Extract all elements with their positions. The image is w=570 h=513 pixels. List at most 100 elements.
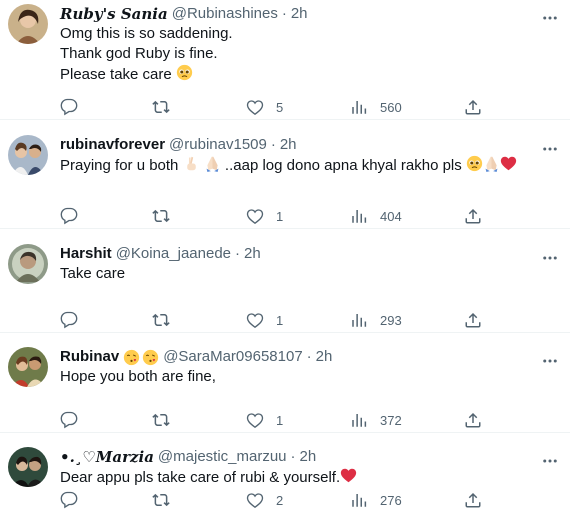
reply-button[interactable]: [60, 98, 78, 116]
reply-button[interactable]: [60, 491, 78, 509]
share-button[interactable]: [464, 207, 482, 225]
tweet-header: •.¸♡𝑴𝒂𝒓𝒛𝒊𝒂 @majestic_marzuu · 2h: [60, 447, 554, 467]
reply-button[interactable]: [60, 311, 78, 329]
user-handle[interactable]: @SaraMar09658107: [163, 347, 302, 367]
views-count: 293: [380, 312, 402, 328]
like-button[interactable]: 1: [246, 311, 283, 329]
timestamp[interactable]: 2h: [280, 135, 297, 155]
share-icon: [465, 412, 481, 428]
display-name[interactable]: Rubinav: [60, 347, 119, 367]
reply-button[interactable]: [60, 207, 78, 225]
like-button[interactable]: 1: [246, 411, 283, 429]
tweet-text-line: Hope you both are fine,: [60, 368, 216, 385]
retweet-button[interactable]: [152, 98, 170, 116]
tweet-text-line: Take care: [60, 265, 126, 282]
retweet-icon: [152, 493, 170, 507]
more-options-icon[interactable]: [540, 139, 560, 159]
reply-icon: [60, 491, 78, 509]
tweet-text-line: Thank god Ruby is fine.: [60, 45, 218, 62]
display-name[interactable]: 𝑹𝒖𝒃𝒚'𝒔 𝑺𝒂𝒏𝒊𝒂: [60, 4, 168, 24]
tweet-text-segment: Praying for u both: [60, 157, 179, 174]
user-handle[interactable]: @majestic_marzuu: [158, 447, 287, 467]
views-button[interactable]: 560: [350, 98, 402, 116]
tweet-text-line: Praying for u both ..aap log dono apna k…: [60, 155, 554, 176]
tweet-text-segment: ..aap log dono apna khyal rakho pls: [224, 157, 462, 174]
reply-tweet[interactable]: rubinavforever @rubinav1509 · 2h Praying…: [0, 120, 570, 229]
retweet-button[interactable]: [152, 207, 170, 225]
reply-tweet[interactable]: 𝑹𝒖𝒃𝒚'𝒔 𝑺𝒂𝒏𝒊𝒂 @Rubinashines · 2h Omg this…: [0, 0, 570, 120]
display-name[interactable]: •.¸♡𝑴𝒂𝒓𝒛𝒊𝒂: [60, 447, 154, 467]
crossed-fingers-emoji-icon: [183, 155, 200, 172]
folded-hands-emoji-icon: [483, 155, 500, 172]
reply-tweet[interactable]: Harshit @Koina_jaanede · 2h Take care 1 …: [0, 229, 570, 333]
tweet-text-line: Dear appu pls take care of rubi & yourse…: [60, 467, 554, 488]
avatar[interactable]: [8, 4, 48, 44]
heart-icon: [246, 100, 264, 116]
tweet-text: Hope you both are fine,: [60, 367, 554, 387]
more-options-icon[interactable]: [540, 248, 560, 268]
share-button[interactable]: [464, 98, 482, 116]
avatar[interactable]: [8, 447, 48, 487]
tweet-actions: 5 560: [60, 97, 554, 117]
views-button[interactable]: 276: [350, 491, 402, 509]
views-count: 560: [380, 99, 402, 115]
avatar[interactable]: [8, 135, 48, 175]
reply-tweet[interactable]: Rubinav @SaraMar09658107 · 2h Hope you b…: [0, 333, 570, 433]
share-icon: [465, 492, 481, 508]
views-button[interactable]: 372: [350, 411, 402, 429]
pleading-face-emoji-icon: [466, 155, 483, 172]
more-options-icon[interactable]: [540, 8, 560, 28]
views-chart-icon: [352, 210, 367, 223]
user-handle[interactable]: @rubinav1509: [169, 135, 267, 155]
timestamp[interactable]: 2h: [300, 447, 317, 467]
reply-button[interactable]: [60, 411, 78, 429]
folded-hands-emoji-icon: [204, 155, 221, 172]
display-name[interactable]: rubinavforever: [60, 135, 165, 155]
like-count: 1: [276, 412, 284, 428]
like-count: 2: [276, 492, 284, 508]
reply-icon: [60, 311, 78, 329]
user-handle[interactable]: @Koina_jaanede: [116, 244, 231, 264]
share-button[interactable]: [464, 411, 482, 429]
timestamp[interactable]: 2h: [316, 347, 333, 367]
views-chart-icon: [352, 101, 367, 114]
share-button[interactable]: [464, 311, 482, 329]
face-blowing-kiss-emoji-icon: [142, 349, 159, 366]
views-chart-icon: [352, 494, 367, 507]
views-count: 276: [380, 492, 402, 508]
avatar[interactable]: [8, 347, 48, 387]
retweet-button[interactable]: [152, 411, 170, 429]
views-chart-icon: [352, 314, 367, 327]
reply-icon: [60, 207, 78, 225]
more-options-icon[interactable]: [540, 351, 560, 371]
tweet-header: rubinavforever @rubinav1509 · 2h: [60, 135, 554, 155]
tweet-actions: 1 372: [60, 410, 554, 430]
retweet-icon: [152, 313, 170, 327]
share-icon: [465, 312, 481, 328]
heart-icon: [246, 313, 264, 329]
like-button[interactable]: 1: [246, 207, 283, 225]
tweet-text-segment: Please take care: [60, 66, 172, 83]
more-options-icon[interactable]: [540, 451, 560, 471]
user-handle[interactable]: @Rubinashines: [172, 4, 278, 24]
like-button[interactable]: 5: [246, 98, 283, 116]
timestamp[interactable]: 2h: [291, 4, 308, 24]
tweet-text: Dear appu pls take care of rubi & yourse…: [60, 467, 554, 488]
views-button[interactable]: 293: [350, 311, 402, 329]
tweet-text: Omg this is so saddening. Thank god Ruby…: [60, 24, 554, 85]
avatar[interactable]: [8, 244, 48, 284]
tweet-header: 𝑹𝒖𝒃𝒚'𝒔 𝑺𝒂𝒏𝒊𝒂 @Rubinashines · 2h: [60, 4, 554, 24]
retweet-button[interactable]: [152, 491, 170, 509]
heart-icon: [246, 493, 264, 509]
views-chart-icon: [352, 414, 367, 427]
display-name[interactable]: Harshit: [60, 244, 112, 264]
retweet-button[interactable]: [152, 311, 170, 329]
share-button[interactable]: [464, 491, 482, 509]
reply-icon: [60, 411, 78, 429]
reply-tweet[interactable]: •.¸♡𝑴𝒂𝒓𝒛𝒊𝒂 @majestic_marzuu · 2h Dear ap…: [0, 433, 570, 513]
like-button[interactable]: 2: [246, 491, 283, 509]
timestamp[interactable]: 2h: [244, 244, 261, 264]
separator-dot: ·: [290, 448, 296, 465]
views-button[interactable]: 404: [350, 207, 402, 225]
heart-icon: [246, 413, 264, 429]
